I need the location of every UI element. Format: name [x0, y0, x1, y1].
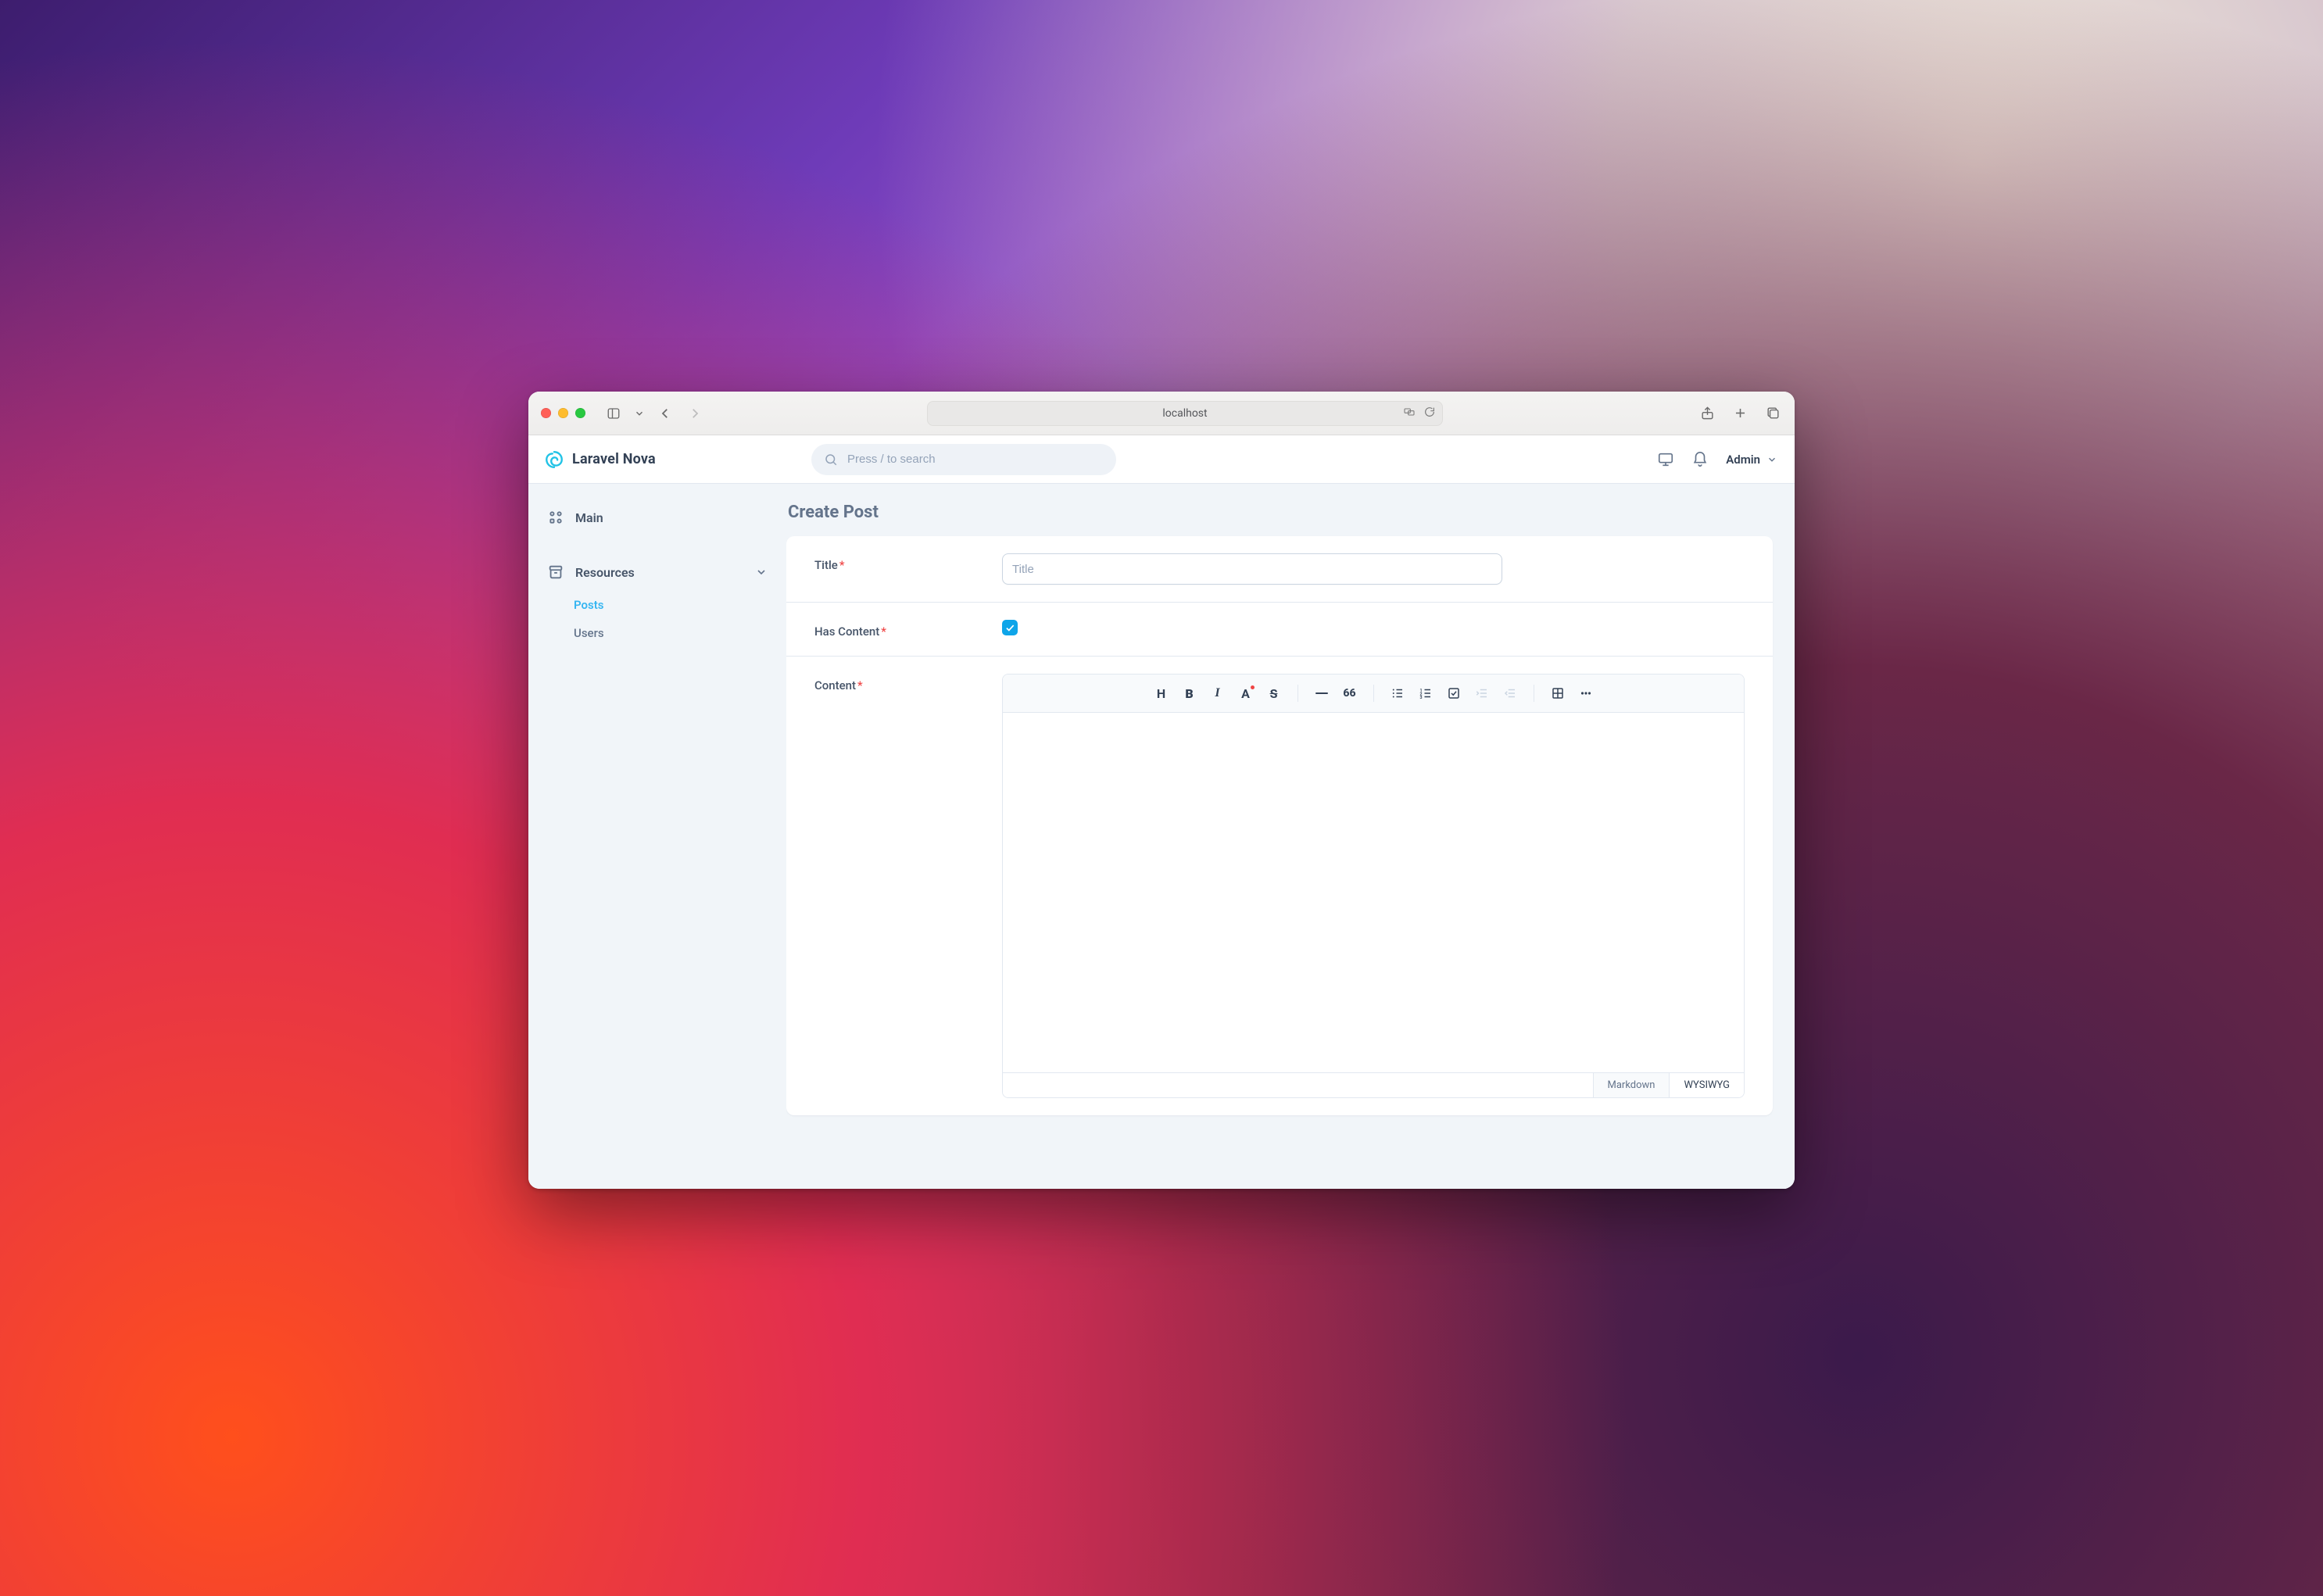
toolbar-quote-button[interactable]: 66: [1337, 681, 1362, 706]
page-title: Create Post: [788, 503, 1773, 522]
notifications-button[interactable]: [1691, 451, 1709, 468]
toolbar-heading-button[interactable]: H: [1149, 681, 1174, 706]
toolbar-divider: [1373, 685, 1374, 702]
toolbar-outdent-button[interactable]: [1498, 681, 1523, 706]
sidebar-toggle-icon[interactable]: [604, 404, 623, 423]
field-row-has-content: Has Content*: [786, 603, 1773, 657]
outdent-icon: [1503, 686, 1517, 700]
has-content-checkbox[interactable]: [1002, 620, 1018, 635]
address-bar[interactable]: localhost: [927, 401, 1443, 426]
brand-name: Laravel Nova: [572, 451, 656, 467]
field-row-title: Title*: [786, 536, 1773, 603]
user-menu[interactable]: Admin: [1726, 453, 1777, 467]
minimize-window-button[interactable]: [558, 408, 568, 418]
editor-tab-markdown[interactable]: Markdown: [1593, 1073, 1670, 1097]
chevron-down-icon: [755, 566, 768, 578]
browser-window: localhost: [528, 392, 1795, 1189]
task-list-icon: [1447, 686, 1461, 700]
tab-overview-icon[interactable]: [1763, 404, 1782, 423]
chevron-down-icon: [1766, 454, 1777, 465]
toolbar-bold-button[interactable]: B: [1177, 681, 1202, 706]
toolbar-tasklist-button[interactable]: [1441, 681, 1466, 706]
field-label-has-content: Has Content*: [814, 620, 1002, 639]
window-controls: [541, 408, 585, 418]
sidebar-group-resources[interactable]: Resources: [542, 556, 772, 589]
reload-icon[interactable]: [1423, 406, 1436, 421]
app-header: Laravel Nova Admin: [528, 435, 1795, 484]
indent-icon: [1475, 686, 1489, 700]
form-panel: Title* Has Content*: [786, 536, 1773, 1115]
editor-toolbar: H B I A S 66: [1003, 675, 1744, 713]
sidebar-group-label: Resources: [575, 565, 635, 580]
reader-translate-icon[interactable]: [1403, 406, 1416, 421]
global-search[interactable]: [811, 444, 1116, 475]
sidebar-item-label: Main: [575, 510, 603, 525]
main-content: Create Post Title* Has Co: [786, 484, 1795, 1189]
toolbar-strike-button[interactable]: S: [1262, 681, 1287, 706]
table-icon: [1551, 686, 1565, 700]
toolbar-hr-button[interactable]: [1309, 681, 1334, 706]
monitor-icon: [1657, 451, 1674, 468]
required-indicator: *: [881, 624, 886, 639]
brand-logo-icon: [544, 449, 564, 470]
sidebar: Main Resources Posts Users: [528, 484, 786, 1189]
brand[interactable]: Laravel Nova: [544, 449, 802, 470]
search-icon: [824, 453, 838, 467]
global-search-input[interactable]: [846, 452, 1104, 467]
field-label-content: Content*: [814, 674, 1002, 692]
maximize-window-button[interactable]: [575, 408, 585, 418]
required-indicator: *: [839, 558, 845, 572]
browser-toolbar: localhost: [528, 392, 1795, 435]
check-icon: [1004, 622, 1015, 633]
toolbar-more-button[interactable]: [1573, 681, 1598, 706]
list-bullet-icon: [1391, 686, 1405, 700]
field-label-title: Title*: [814, 553, 1002, 572]
editor-tab-wysiwyg[interactable]: WYSIWYG: [1669, 1073, 1744, 1097]
tab-group-chevron-icon[interactable]: [634, 404, 645, 423]
toolbar-indent-button[interactable]: [1469, 681, 1494, 706]
sidebar-item-posts[interactable]: Posts: [572, 593, 772, 617]
sidebar-item-main[interactable]: Main: [542, 501, 772, 534]
grid-icon: [547, 509, 564, 526]
title-input[interactable]: [1002, 553, 1502, 585]
toolbar-table-button[interactable]: [1545, 681, 1570, 706]
field-row-content: Content* H B I A S: [786, 657, 1773, 1115]
list-ordered-icon: 123: [1419, 686, 1433, 700]
address-bar-text: localhost: [1162, 407, 1207, 420]
share-icon[interactable]: [1698, 404, 1716, 423]
editor-body[interactable]: [1003, 713, 1744, 1072]
display-mode-button[interactable]: [1657, 451, 1674, 468]
ellipsis-icon: [1579, 686, 1593, 700]
editor-mode-tabs: Markdown WYSIWYG: [1003, 1072, 1744, 1097]
back-button[interactable]: [656, 404, 675, 423]
sidebar-item-users[interactable]: Users: [572, 621, 772, 645]
toolbar-ordered-list-button[interactable]: 123: [1413, 681, 1438, 706]
bell-icon: [1691, 451, 1709, 468]
horizontal-rule-icon: [1315, 692, 1328, 694]
close-window-button[interactable]: [541, 408, 551, 418]
app-root: Laravel Nova Admin: [528, 435, 1795, 1189]
new-tab-icon[interactable]: [1731, 404, 1749, 423]
user-menu-label: Admin: [1726, 453, 1760, 467]
toolbar-font-color-button[interactable]: A: [1233, 681, 1258, 706]
archive-icon: [547, 564, 564, 581]
content-editor: H B I A S 66: [1002, 674, 1745, 1098]
toolbar-bullet-list-button[interactable]: [1385, 681, 1410, 706]
toolbar-italic-button[interactable]: I: [1205, 681, 1230, 706]
svg-text:3: 3: [1419, 696, 1422, 700]
forward-button[interactable]: [685, 404, 704, 423]
required-indicator: *: [857, 678, 863, 692]
sidebar-subnav-resources: Posts Users: [542, 593, 772, 645]
